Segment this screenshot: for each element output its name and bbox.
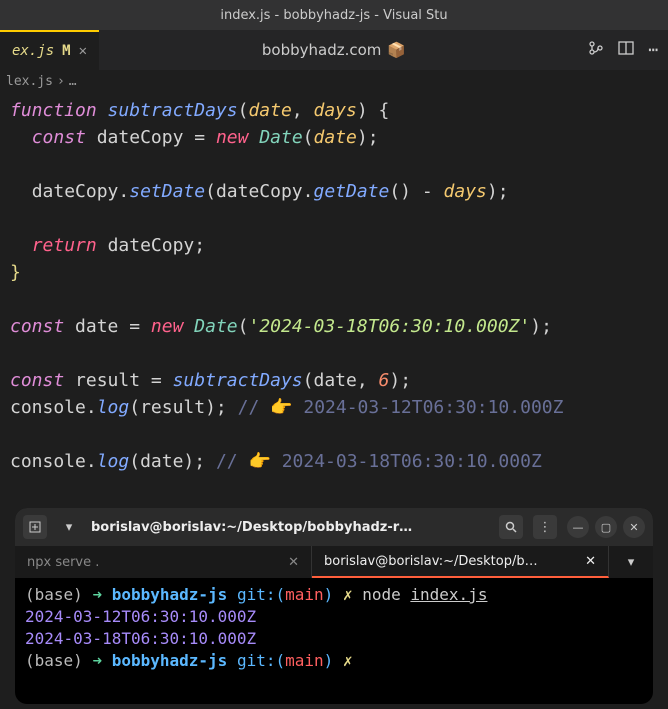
breadcrumb-file: lex.js (6, 74, 53, 89)
keyword: return (32, 235, 97, 256)
tab-filename: ex.js (12, 43, 54, 59)
variable: result (75, 370, 140, 391)
terminal-tab-2[interactable]: borislav@borislav:~/Desktop/b… ✕ (312, 546, 609, 578)
terminal-tab-dropdown[interactable]: ▾ (609, 546, 653, 578)
arg: date (140, 451, 183, 472)
tab-modified-indicator: M (62, 43, 70, 59)
chevron-right-icon: › (57, 74, 65, 89)
function-call: subtractDays (173, 370, 303, 391)
variable: date (75, 316, 118, 337)
terminal-output-line: 2024-03-18T06:30:10.000Z (25, 628, 643, 650)
function-name: subtractDays (108, 100, 238, 121)
split-editor-icon[interactable] (618, 40, 634, 60)
search-icon[interactable] (499, 515, 523, 539)
terminal-tab-label: npx serve . (27, 555, 99, 570)
arg: date (313, 370, 356, 391)
method: setDate (129, 181, 205, 202)
arg: result (140, 397, 205, 418)
dropdown-icon[interactable]: ▾ (57, 515, 81, 539)
console: console (10, 397, 86, 418)
method: log (97, 397, 130, 418)
more-icon[interactable]: ⋯ (648, 40, 658, 60)
editor-tab-row: ex.js M ✕ bobbyhadz.com 📦 ⋯ (0, 30, 668, 70)
breadcrumb[interactable]: lex.js › … (0, 70, 668, 93)
param: date (248, 100, 291, 121)
editor-actions: ⋯ (588, 40, 658, 60)
keyword: const (10, 370, 64, 391)
keyword: new (216, 127, 249, 148)
terminal-tabs: npx serve . ✕ borislav@borislav:~/Deskto… (15, 546, 653, 578)
string: '2024-03-18T06:30:10.000Z' (248, 316, 530, 337)
window-title-bar: index.js - bobbyhadz-js - Visual Stu (0, 0, 668, 30)
new-tab-button[interactable] (23, 515, 47, 539)
keyword: new (151, 316, 184, 337)
terminal-tab-1[interactable]: npx serve . ✕ (15, 546, 312, 578)
breadcrumb-more: … (69, 74, 77, 89)
minimize-button[interactable]: — (567, 516, 589, 538)
maximize-button[interactable]: ▢ (595, 516, 617, 538)
box-icon: 📦 (387, 41, 406, 59)
site-name: bobbyhadz.com (262, 41, 382, 59)
terminal-window: ▾ borislav@borislav:~/Desktop/bobbyhadz-… (15, 508, 653, 704)
menu-icon[interactable]: ⋮ (533, 515, 557, 539)
close-icon[interactable]: ✕ (288, 555, 299, 570)
code-editor[interactable]: function subtractDays(date, days) { cons… (0, 93, 668, 495)
terminal-line: (base) ➜ bobbyhadz-js git:(main) ✗ (25, 650, 643, 672)
terminal-title-bar: ▾ borislav@borislav:~/Desktop/bobbyhadz-… (15, 508, 653, 546)
arg: days (444, 181, 487, 202)
command-center[interactable]: bobbyhadz.com 📦 (262, 41, 406, 59)
chevron-down-icon: ▾ (628, 555, 635, 570)
variable: dateCopy (97, 127, 184, 148)
keyword: function (10, 100, 97, 121)
console: console (10, 451, 86, 472)
method: getDate (313, 181, 389, 202)
comment: // 👉️ 2024-03-18T06:30:10.000Z (216, 451, 542, 472)
close-icon[interactable]: ✕ (79, 43, 87, 59)
terminal-tab-label: borislav@borislav:~/Desktop/b… (324, 554, 538, 569)
type: Date (259, 127, 302, 148)
method: log (97, 451, 130, 472)
variable: dateCopy (108, 235, 195, 256)
editor-tab[interactable]: ex.js M ✕ (0, 30, 99, 70)
keyword: const (10, 316, 64, 337)
arg: date (314, 127, 357, 148)
number: 6 (379, 370, 390, 391)
variable: dateCopy (216, 181, 303, 202)
terminal-line: (base) ➜ bobbyhadz-js git:(main) ✗ node … (25, 584, 643, 606)
param: days (313, 100, 356, 121)
window-title: index.js - bobbyhadz-js - Visual Stu (220, 8, 447, 23)
type: Date (194, 316, 237, 337)
close-button[interactable]: ✕ (623, 516, 645, 538)
terminal-output-line: 2024-03-12T06:30:10.000Z (25, 606, 643, 628)
close-icon[interactable]: ✕ (585, 554, 596, 569)
variable: dateCopy (32, 181, 119, 202)
source-control-icon[interactable] (588, 40, 604, 60)
terminal-title: borislav@borislav:~/Desktop/bobbyhadz-r… (91, 520, 489, 535)
terminal-output[interactable]: (base) ➜ bobbyhadz-js git:(main) ✗ node … (15, 578, 653, 678)
keyword: const (32, 127, 86, 148)
comment: // 👉️ 2024-03-12T06:30:10.000Z (238, 397, 564, 418)
